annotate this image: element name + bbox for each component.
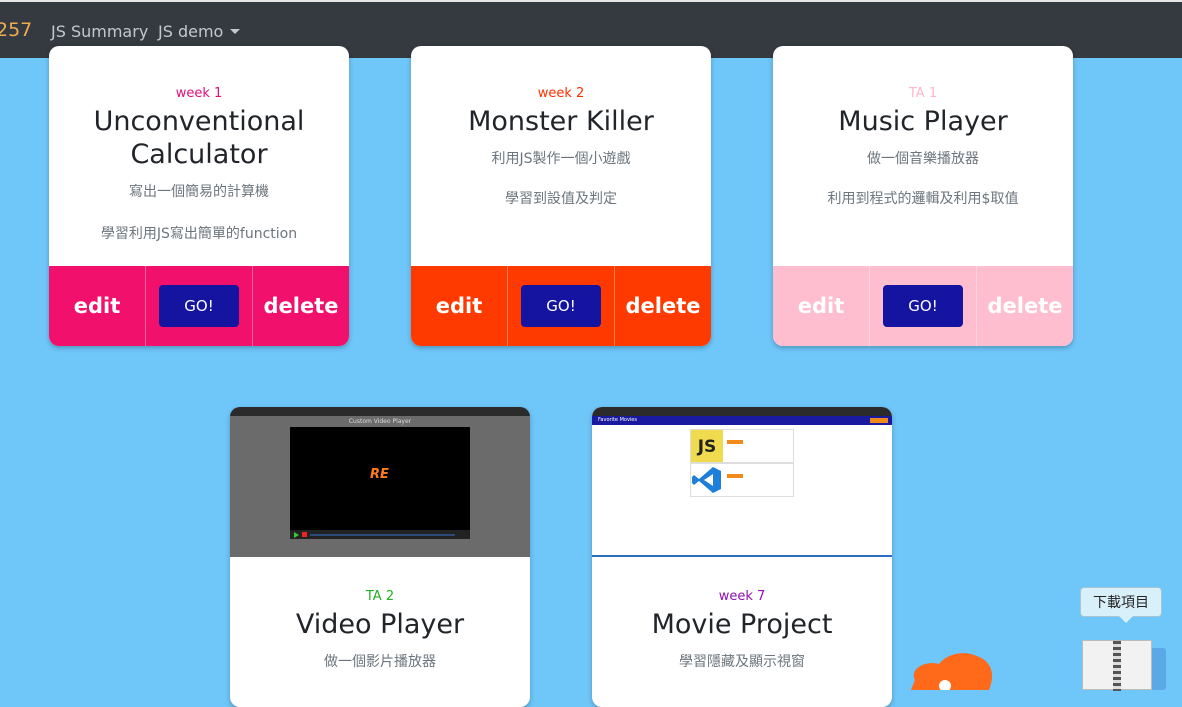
play-icon [294, 532, 299, 538]
project-card-calculator: week 1 Unconventional Calculator 寫出一個簡易的… [49, 46, 349, 346]
card-action-bar: edit GO! delete [411, 266, 711, 346]
card-title: Movie Project [651, 609, 833, 640]
nav-link-js-summary[interactable]: JS Summary [51, 22, 148, 41]
download-stack-icon[interactable] [1080, 636, 1166, 691]
card-screenshot: Custom Video Player RE [230, 407, 530, 557]
card-description: 學習隱藏及顯示視窗 [679, 654, 805, 670]
edit-button[interactable]: edit [49, 266, 145, 346]
download-label: 下載項目 [1093, 595, 1149, 611]
movie-item: JS [690, 429, 794, 463]
zip-file-icon [1082, 640, 1152, 691]
delete-button[interactable]: delete [615, 266, 711, 346]
go-button-wrap: GO! [507, 266, 615, 346]
js-logo-icon: JS [691, 430, 723, 462]
delete-button[interactable]: delete [977, 266, 1073, 346]
card-action-bar: edit GO! delete [49, 266, 349, 346]
card-description: 寫出一個簡易的計算機 [129, 184, 269, 200]
project-card-monster-killer: week 2 Monster Killer 利用JS製作一個小遊戲 學習到設值及… [411, 46, 711, 346]
card-title: Music Player [838, 106, 1008, 137]
project-card-movie-project[interactable]: Favorite Movies JS week 7 Movie Project … [592, 407, 892, 707]
card-description: 做一個音樂播放器 [867, 151, 979, 167]
mascot-blob-icon [911, 653, 993, 690]
go-button[interactable]: GO! [159, 285, 239, 327]
card-week-label: week 2 [537, 86, 585, 101]
card-week-label: TA 2 [365, 589, 395, 604]
go-button[interactable]: GO! [883, 285, 963, 327]
card-detail: 學習利用JS寫出簡單的function [100, 226, 298, 242]
delete-button[interactable]: delete [253, 266, 349, 346]
card-action-bar: edit GO! delete [773, 266, 1073, 346]
edit-button[interactable]: edit [773, 266, 869, 346]
project-card-video-player[interactable]: Custom Video Player RE TA 2 Video Player… [230, 407, 530, 707]
download-tooltip: 下載項目 [1080, 587, 1162, 623]
card-title: Video Player [295, 609, 465, 640]
card-description: 利用JS製作一個小遊戲 [491, 151, 631, 167]
go-button[interactable]: GO! [521, 285, 601, 327]
go-button-wrap: GO! [869, 266, 977, 346]
card-week-label: week 1 [175, 86, 223, 101]
edit-button[interactable]: edit [411, 266, 507, 346]
video-frame: RE [290, 427, 470, 539]
nav-brand[interactable]: 257 [0, 19, 32, 41]
caret-down-icon [230, 29, 241, 34]
project-card-music-player: TA 1 Music Player 做一個音樂播放器 利用到程式的邏輯及利用$取… [773, 46, 1073, 346]
card-description: 做一個影片播放器 [324, 654, 436, 670]
screenshot-title: Custom Video Player [348, 418, 412, 425]
screenshot-title: Favorite Movies [598, 417, 637, 423]
card-screenshot: Favorite Movies JS [592, 407, 892, 557]
go-button-wrap: GO! [145, 266, 253, 346]
card-detail: 利用到程式的邏輯及利用$取值 [827, 191, 1019, 207]
vscode-logo-icon [692, 467, 721, 493]
card-detail: 學習到設值及判定 [505, 191, 617, 207]
nav-dropdown-label: JS demo [158, 22, 224, 41]
movie-item [690, 463, 794, 497]
nav-dropdown-js-demo[interactable]: JS demo [158, 22, 241, 41]
card-title: Monster Killer [468, 106, 654, 137]
card-week-label: week 7 [718, 589, 766, 604]
card-week-label: TA 1 [908, 86, 938, 101]
card-title: Unconventional Calculator [93, 106, 305, 170]
